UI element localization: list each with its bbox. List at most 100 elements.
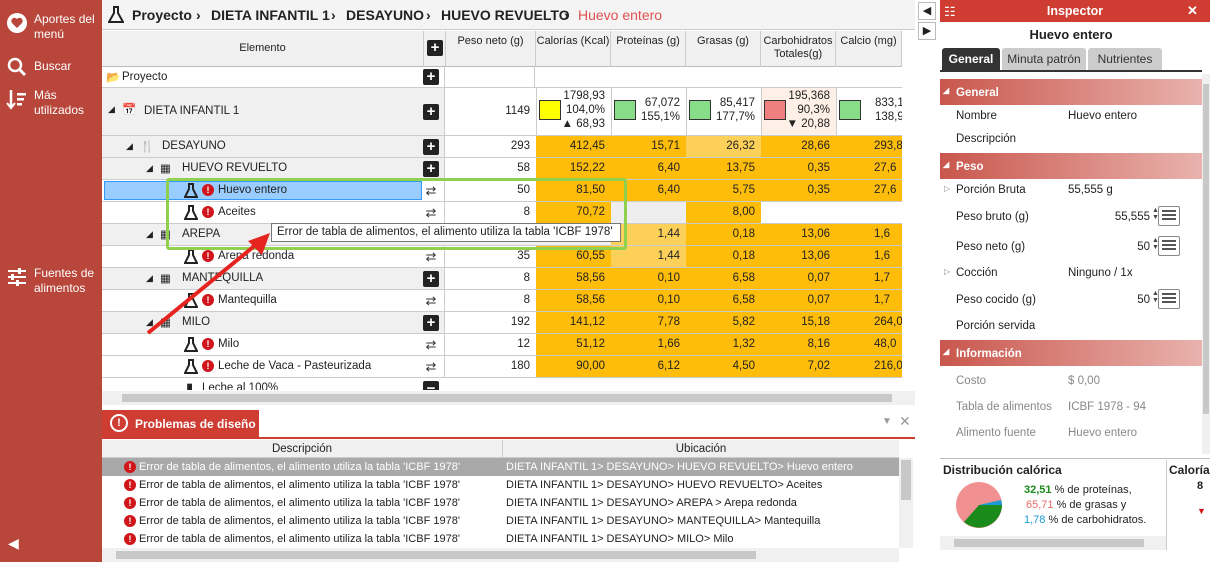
remove-icon[interactable]: − — [423, 381, 439, 390]
expand-icon[interactable]: ◢ — [108, 104, 115, 115]
property-grid: ◢ General Nombre Huevo entero Descripción… — [940, 74, 1202, 454]
col-header-calorias[interactable]: Calorías (Kcal) — [536, 31, 611, 67]
add-icon[interactable]: + — [423, 104, 439, 120]
table-row[interactable]: ◢ 📅 DIETA INFANTIL 1 + 1149 1798,93 104,… — [102, 88, 902, 136]
add-icon[interactable]: + — [423, 161, 439, 177]
expand-right-button[interactable]: ▶ — [918, 22, 936, 40]
table-row[interactable]: ◢ ▦ HUEVO REVUELTO + 58 152,22 6,40 13,7… — [102, 158, 902, 180]
scrollbar-thumb[interactable] — [122, 394, 892, 402]
bottle-icon: ▮ — [186, 380, 194, 390]
close-icon[interactable]: ✕ — [899, 413, 911, 430]
cell-grasas: 4,50 — [732, 360, 755, 372]
prop-nombre-value[interactable]: Huevo entero — [1068, 110, 1137, 122]
distribucion-title: Distribución calórica — [943, 463, 1062, 477]
col-header-descripcion[interactable]: Descripción — [102, 443, 502, 455]
expand-icon[interactable]: ▷ — [944, 267, 950, 276]
swap-icon[interactable]: ⇄ — [422, 294, 440, 308]
col-header-peso[interactable]: Peso neto (g) — [446, 31, 536, 67]
col-header-proteinas[interactable]: Proteínas (g) — [611, 31, 686, 67]
cell-peso: 8 — [523, 294, 530, 306]
problem-desc: Error de tabla de alimentos, el alimento… — [139, 479, 460, 491]
cell-carbohidratos: 0,07 — [807, 272, 830, 284]
collapse-left-button[interactable]: ◀ — [918, 2, 936, 20]
swap-icon[interactable]: ⇄ — [422, 338, 440, 352]
list-item[interactable]: ! Error de tabla de alimentos, el aliment… — [102, 512, 899, 530]
error-icon: ! — [124, 533, 136, 545]
peso-neto-input[interactable]: 50 — [1080, 241, 1150, 253]
cell-carbohidratos: 0,35 — [807, 162, 830, 174]
tab-minuta[interactable]: Minuta patrón — [1002, 48, 1086, 70]
expand-icon[interactable]: ◢ — [146, 163, 153, 174]
sidebar-item-buscar[interactable]: Buscar — [0, 56, 102, 78]
breadcrumb-item[interactable]: Proyecto — [132, 7, 192, 23]
sidebar-item-mas-utilizados[interactable]: Más utilizados — [0, 88, 102, 122]
distribucion-scrollbar[interactable] — [940, 536, 1166, 550]
cell-peso: 293 — [510, 140, 530, 152]
row-name: Proyecto — [122, 71, 168, 83]
problems-list: ! Error de tabla de alimentos, el aliment… — [102, 458, 899, 558]
sidebar-item-fuentes[interactable]: Fuentes de alimentos — [0, 266, 102, 300]
peso-cocido-input[interactable]: 50 — [1080, 294, 1150, 306]
col-header-ubicacion[interactable]: Ubicación — [503, 443, 899, 455]
list-item[interactable]: ! Error de tabla de alimentos, el aliment… — [102, 458, 899, 476]
peso-bruto-input[interactable]: 55,555 — [1080, 211, 1150, 223]
tab-nutrientes[interactable]: Nutrientes — [1088, 48, 1162, 70]
problems-tab[interactable]: ! Problemas de diseño — [102, 410, 259, 437]
problems-scrollbar[interactable] — [899, 458, 913, 548]
expand-icon[interactable]: ◢ — [126, 141, 133, 152]
section-general[interactable]: ◢ General — [940, 79, 1202, 105]
calorias-title: Caloría — [1169, 463, 1210, 477]
cell-calcio: 27,6 — [874, 184, 897, 196]
table-row[interactable]: ▮ Leche al 100% − — [102, 378, 902, 390]
breadcrumb-item[interactable]: DESAYUNO — [346, 7, 424, 23]
cell-calcio: 1,6 — [874, 228, 890, 240]
calculator-icon[interactable] — [1158, 236, 1180, 256]
inspector-scrollbar[interactable] — [1202, 74, 1210, 454]
grid-horizontal-scrollbar[interactable] — [102, 391, 915, 405]
table-row[interactable]: ! Leche de Vaca - Pasteurizada ⇄ 180 90,… — [102, 356, 902, 378]
error-icon: ! — [124, 497, 136, 509]
section-peso[interactable]: ◢ Peso — [940, 153, 1202, 179]
breadcrumb-item[interactable]: DIETA INFANTIL 1 — [211, 7, 330, 23]
add-icon[interactable]: + — [427, 40, 443, 56]
breadcrumb-item[interactable]: HUEVO REVUELTO — [441, 7, 570, 23]
list-item[interactable]: ! Error de tabla de alimentos, el aliment… — [102, 494, 899, 512]
col-header-calcio[interactable]: Calcio (mg) — [836, 31, 902, 67]
add-icon[interactable]: + — [423, 271, 439, 287]
add-icon[interactable]: + — [423, 139, 439, 155]
carbo-text: % de carbohidratos. — [1048, 514, 1147, 526]
list-item[interactable]: ! Error de tabla de alimentos, el aliment… — [102, 530, 899, 548]
tab-general[interactable]: General — [942, 48, 1000, 70]
calorias-value: 8 — [1197, 480, 1204, 492]
sidebar-item-aportes[interactable]: Aportes del menú — [0, 12, 102, 46]
prop-label: Peso bruto (g) — [956, 211, 1029, 223]
add-icon[interactable]: + — [423, 315, 439, 331]
prop-coccion-value[interactable]: Ninguno / 1x — [1068, 267, 1133, 279]
cell-grasas: 1,32 — [732, 338, 755, 350]
table-row[interactable]: 📂 Proyecto + — [102, 67, 902, 88]
dropdown-icon[interactable]: ▼ — [882, 416, 892, 427]
col-header-grasas[interactable]: Grasas (g) — [686, 31, 761, 67]
col-header-carbohidratos[interactable]: Carbohidratos Totales(g) — [761, 31, 836, 67]
breadcrumb-current: Huevo entero — [578, 7, 663, 23]
calculator-icon[interactable] — [1158, 289, 1180, 309]
row-name: Leche de Vaca - Pasteurizada — [218, 360, 372, 372]
prop-porcion-bruta-value[interactable]: 55,555 g — [1068, 184, 1113, 196]
swap-icon[interactable]: ⇄ — [422, 250, 440, 264]
add-icon[interactable]: + — [423, 69, 439, 85]
swap-icon[interactable]: ⇄ — [422, 360, 440, 374]
table-row[interactable]: ◢ 🍴 DESAYUNO + 293 412,45 15,71 26,32 28… — [102, 136, 902, 158]
cell-peso: 58 — [517, 162, 530, 174]
error-icon: ! — [124, 461, 136, 473]
cutlery-icon: 🍴 — [140, 141, 155, 153]
error-icon: ! — [124, 515, 136, 527]
close-icon[interactable]: ✕ — [1187, 3, 1198, 19]
row-name: HUEVO REVUELTO — [182, 162, 288, 174]
col-header-elemento[interactable]: Elemento — [102, 31, 424, 67]
section-informacion[interactable]: ◢ Información — [940, 340, 1202, 366]
expand-icon[interactable]: ▷ — [944, 184, 950, 193]
problems-h-scrollbar[interactable] — [102, 548, 899, 562]
list-item[interactable]: ! Error de tabla de alimentos, el aliment… — [102, 476, 899, 494]
calculator-icon[interactable] — [1158, 206, 1180, 226]
chevron-left-icon[interactable]: ◀ — [8, 535, 19, 552]
